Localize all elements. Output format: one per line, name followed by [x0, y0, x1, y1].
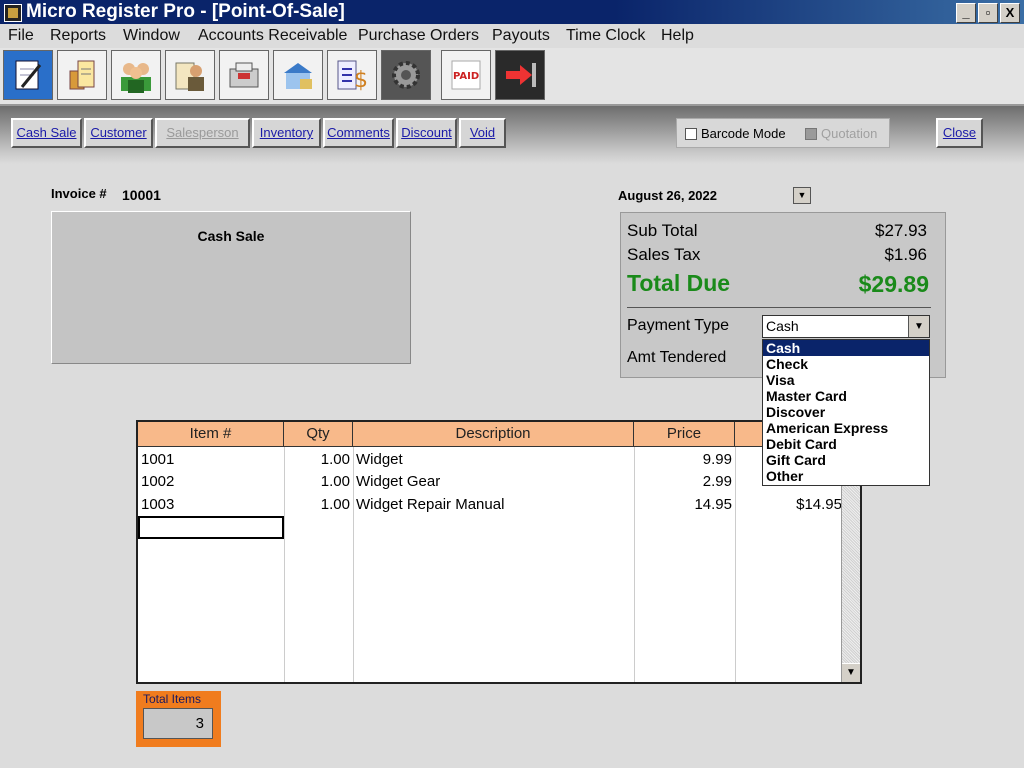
notepad-icon[interactable]: [3, 50, 53, 100]
payment-option-discover[interactable]: Discover: [763, 404, 929, 420]
title-bar: Micro Register Pro - [Point-Of-Sale] _ ▫…: [0, 0, 1024, 24]
invoice-date: August 26, 2022: [618, 188, 717, 203]
column-header-description[interactable]: Description: [353, 422, 634, 447]
cell-qty[interactable]: 1.00: [284, 471, 350, 493]
menu-help[interactable]: Help: [661, 24, 694, 48]
svg-text:$: $: [354, 68, 368, 93]
barcode-mode-checkbox[interactable]: [685, 128, 697, 140]
date-dropdown-button[interactable]: ▼: [793, 187, 811, 204]
new-item-input[interactable]: [138, 516, 284, 539]
svg-text:PAID: PAID: [453, 71, 479, 82]
payment-type-dropdown-list: Cash Check Visa Master Card Discover Ame…: [762, 339, 930, 486]
toolbar: $ PAID: [0, 48, 1024, 106]
discount-button[interactable]: Discount: [396, 118, 457, 148]
cell-qty[interactable]: 1.00: [284, 449, 350, 471]
app-icon: [4, 4, 22, 22]
column-header-item[interactable]: Item #: [138, 422, 284, 447]
total-due-label: Total Due: [627, 270, 731, 296]
payment-type-value: Cash: [766, 318, 799, 334]
subtotal-value: $27.93: [875, 221, 927, 240]
column-header-price[interactable]: Price: [634, 422, 735, 447]
subtotal-label: Sub Total: [627, 221, 698, 240]
inventory-button[interactable]: Inventory: [252, 118, 321, 148]
grid-divider: [353, 447, 354, 682]
cell-description[interactable]: Widget: [356, 449, 403, 471]
barcode-mode-label: Barcode Mode: [701, 126, 786, 141]
quotation-label: Quotation: [821, 126, 878, 141]
menu-reports[interactable]: Reports: [50, 24, 106, 48]
customer-panel[interactable]: Cash Sale: [51, 211, 411, 364]
cell-price[interactable]: 2.99: [634, 471, 732, 493]
payment-option-other[interactable]: Other: [763, 468, 929, 484]
options-group: Barcode Mode Quotation: [676, 118, 890, 148]
menu-file[interactable]: File: [8, 24, 34, 48]
clipboard-icon[interactable]: [57, 50, 107, 100]
cell-extended[interactable]: $14.95: [735, 494, 842, 516]
cell-description[interactable]: Widget Gear: [356, 471, 440, 493]
grid-divider: [735, 447, 736, 682]
cell-item-number[interactable]: 1001: [141, 449, 174, 471]
cell-item-number[interactable]: 1003: [141, 494, 174, 516]
chevron-down-icon[interactable]: ▼: [908, 316, 929, 337]
payment-type-select[interactable]: Cash ▼: [762, 315, 930, 338]
payment-option-cash[interactable]: Cash: [763, 340, 929, 356]
payment-option-american-express[interactable]: American Express: [763, 420, 929, 436]
menu-bar: File Reports Window Accounts Receivable …: [0, 24, 1024, 48]
close-window-button[interactable]: X: [1000, 3, 1020, 23]
amt-tendered-label: Amt Tendered: [627, 349, 727, 366]
cell-price[interactable]: 9.99: [634, 449, 732, 471]
customer-name: Cash Sale: [197, 228, 265, 244]
totals-divider: [627, 307, 931, 308]
invoice-number: 10001: [122, 187, 161, 203]
total-due-value: $29.89: [858, 271, 929, 297]
payment-option-gift-card[interactable]: Gift Card: [763, 452, 929, 468]
comments-button[interactable]: Comments: [323, 118, 394, 148]
cell-description[interactable]: Widget Repair Manual: [356, 494, 504, 516]
window-title: Micro Register Pro - [Point-Of-Sale]: [26, 1, 345, 22]
total-items-label: Total Items: [143, 692, 202, 706]
customer-button[interactable]: Customer: [84, 118, 153, 148]
menu-purchase-orders[interactable]: Purchase Orders: [358, 24, 479, 48]
total-items-panel: Total Items 3: [136, 691, 221, 747]
gear-icon[interactable]: [381, 50, 431, 100]
cell-qty[interactable]: 1.00: [284, 494, 350, 516]
sales-tax-value: $1.96: [884, 245, 927, 264]
customers-icon[interactable]: [111, 50, 161, 100]
payment-option-visa[interactable]: Visa: [763, 372, 929, 388]
menu-window[interactable]: Window: [123, 24, 180, 48]
payment-option-check[interactable]: Check: [763, 356, 929, 372]
warehouse-icon[interactable]: [273, 50, 323, 100]
cell-item-number[interactable]: 1002: [141, 471, 174, 493]
payment-type-label: Payment Type: [627, 317, 729, 334]
menu-payouts[interactable]: Payouts: [492, 24, 550, 48]
menu-time-clock[interactable]: Time Clock: [566, 24, 645, 48]
paid-invoice-icon[interactable]: PAID: [441, 50, 491, 100]
payment-option-debit-card[interactable]: Debit Card: [763, 436, 929, 452]
void-button[interactable]: Void: [459, 118, 506, 148]
register-icon[interactable]: [219, 50, 269, 100]
payment-option-master-card[interactable]: Master Card: [763, 388, 929, 404]
cash-sale-button[interactable]: Cash Sale: [11, 118, 82, 148]
menu-accounts-receivable[interactable]: Accounts Receivable: [198, 24, 347, 48]
total-items-value: 3: [143, 708, 213, 739]
action-strip: Cash Sale Customer Salesperson Inventory…: [0, 106, 1024, 164]
checklist-money-icon[interactable]: $: [327, 50, 377, 100]
column-header-qty[interactable]: Qty: [284, 422, 353, 447]
scroll-down-icon[interactable]: ▼: [842, 663, 860, 682]
sales-tax-label: Sales Tax: [627, 245, 701, 264]
cell-price[interactable]: 14.95: [634, 494, 732, 516]
exit-icon[interactable]: [495, 50, 545, 100]
invoice-label: Invoice #: [51, 186, 107, 201]
salesperson-button[interactable]: Salesperson: [155, 118, 250, 148]
minimize-button[interactable]: _: [956, 3, 976, 23]
line-items-grid: Item # Qty Description Price 1001 1.00 W…: [136, 420, 862, 684]
restore-button[interactable]: ▫: [978, 3, 998, 23]
employee-icon[interactable]: [165, 50, 215, 100]
quotation-checkbox[interactable]: [805, 128, 817, 140]
close-button[interactable]: Close: [936, 118, 983, 148]
